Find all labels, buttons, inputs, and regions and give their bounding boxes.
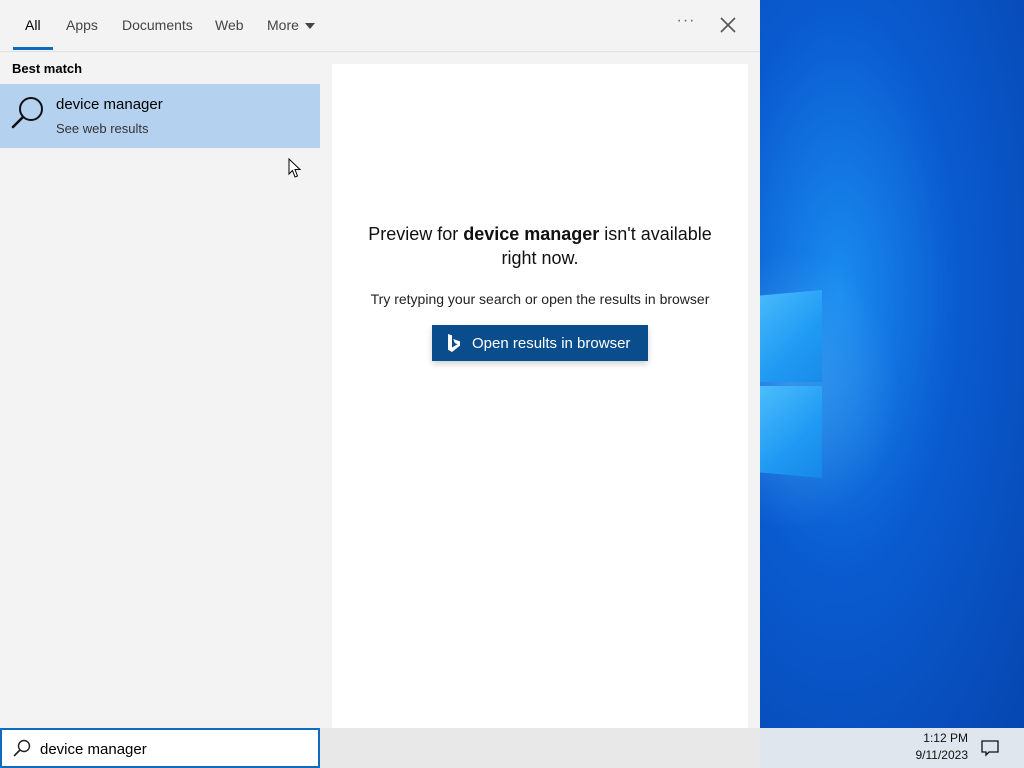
taskbar-clock[interactable]: 1:12 PM 9/11/2023 bbox=[904, 730, 969, 764]
result-title: device manager bbox=[56, 96, 163, 113]
taskbar: 1:12 PM 9/11/2023 bbox=[320, 728, 1024, 768]
search-input[interactable] bbox=[40, 736, 310, 762]
ellipsis-icon[interactable]: ··· bbox=[675, 12, 697, 34]
best-match-result[interactable]: device manager See web results bbox=[0, 84, 320, 148]
windows-logo-pane-top bbox=[760, 290, 822, 382]
open-results-button-label: Open results in browser bbox=[472, 334, 631, 352]
tab-more[interactable]: More bbox=[267, 17, 315, 33]
chevron-down-icon bbox=[304, 23, 315, 30]
search-icon bbox=[13, 739, 31, 757]
tab-documents[interactable]: Documents bbox=[122, 17, 193, 33]
preview-hint: Try retyping your search or open the res… bbox=[370, 291, 710, 307]
notification-icon[interactable] bbox=[980, 738, 1000, 758]
search-icon bbox=[11, 97, 43, 129]
preview-message-prefix: Preview for bbox=[368, 224, 464, 244]
tab-apps[interactable]: Apps bbox=[66, 17, 98, 33]
tab-web[interactable]: Web bbox=[215, 17, 244, 33]
taskbar-left-area bbox=[320, 728, 760, 768]
bing-icon bbox=[448, 334, 460, 352]
tab-all[interactable]: All bbox=[25, 17, 41, 33]
preview-message-term: device manager bbox=[463, 224, 600, 244]
search-panel: All Apps Documents Web More ··· Best mat… bbox=[0, 0, 760, 728]
close-icon bbox=[720, 17, 736, 33]
preview-message: Preview for device manager isn't availab… bbox=[332, 222, 748, 270]
tab-more-label: More bbox=[267, 17, 299, 33]
close-button[interactable] bbox=[716, 13, 740, 37]
clock-time: 1:12 PM bbox=[923, 731, 968, 745]
result-subtitle: See web results bbox=[56, 121, 149, 136]
filter-tabs: All Apps Documents Web More ··· bbox=[0, 0, 760, 52]
search-box[interactable] bbox=[0, 728, 320, 768]
desktop-background bbox=[760, 0, 1024, 728]
windows-logo-pane-bottom bbox=[760, 386, 822, 478]
preview-pane: Preview for device manager isn't availab… bbox=[332, 64, 748, 728]
tab-active-indicator bbox=[13, 47, 53, 50]
best-match-heading: Best match bbox=[12, 61, 83, 76]
mouse-cursor-icon bbox=[288, 158, 302, 178]
clock-date: 9/11/2023 bbox=[915, 748, 969, 762]
open-results-in-browser-button[interactable]: Open results in browser bbox=[432, 325, 648, 361]
